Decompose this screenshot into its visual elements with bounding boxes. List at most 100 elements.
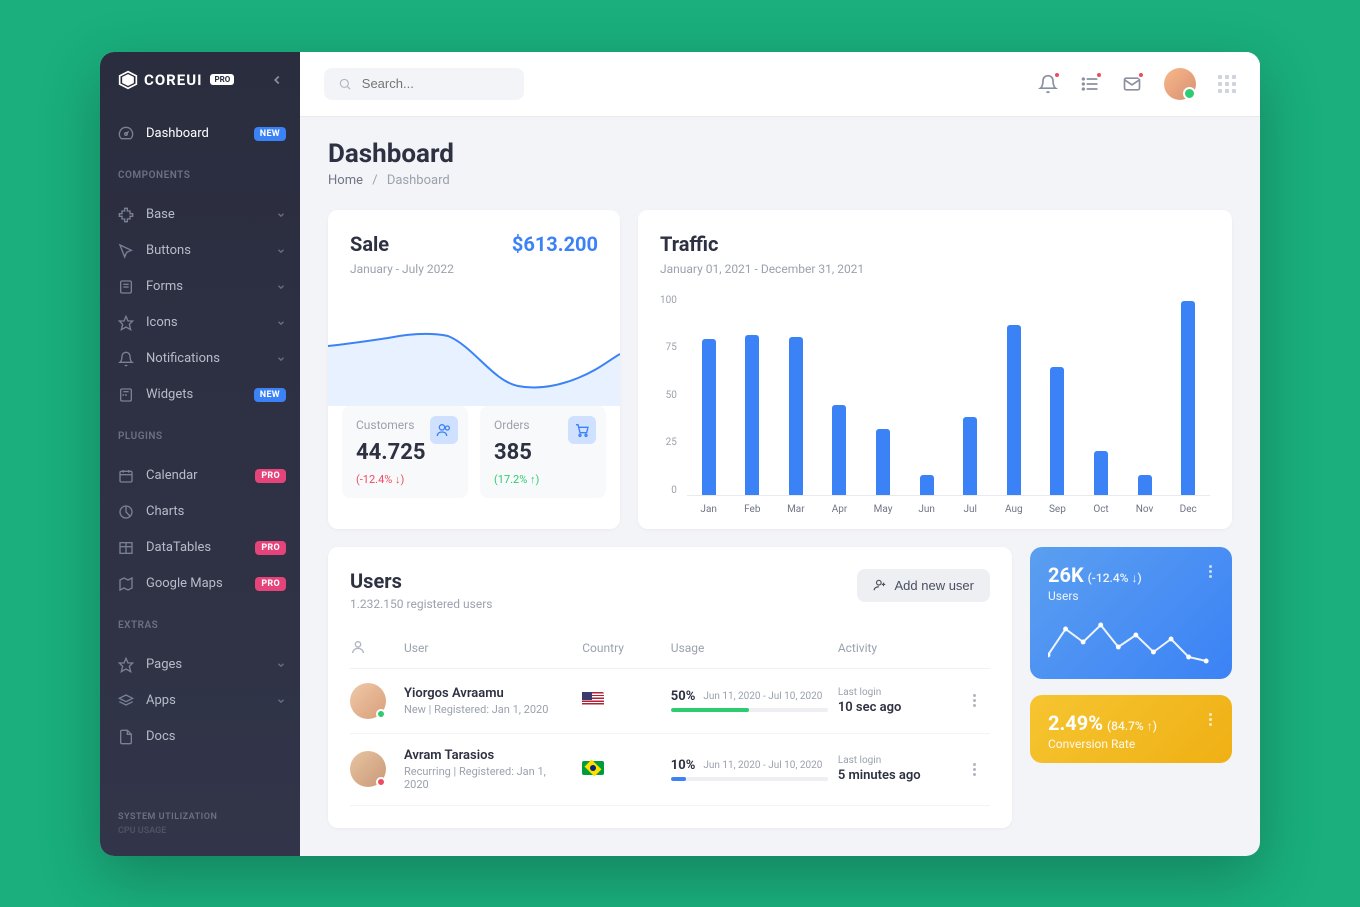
sidebar-item-label: Icons — [146, 315, 264, 330]
brand-name: COREUI — [144, 71, 202, 89]
badge-pro: PRO — [255, 541, 286, 555]
sidebar-item-forms[interactable]: Forms — [100, 269, 300, 305]
people-icon — [430, 416, 458, 444]
brand-tag: PRO — [210, 74, 234, 85]
notifications-icon[interactable] — [1038, 74, 1058, 94]
row-menu-icon[interactable] — [960, 694, 990, 707]
sidebar-item-base[interactable]: Base — [100, 197, 300, 233]
search-input[interactable] — [362, 76, 510, 91]
map-icon — [118, 576, 134, 592]
flag-icon — [582, 761, 604, 775]
add-user-button[interactable]: Add new user — [857, 569, 991, 602]
table-row[interactable]: Yiorgos Avraamu New | Registered: Jan 1,… — [350, 669, 990, 734]
add-user-icon — [873, 578, 887, 592]
sidebar-item-notifications[interactable]: Notifications — [100, 341, 300, 377]
bar — [789, 337, 803, 494]
x-axis-label: Feb — [730, 504, 774, 515]
search-box[interactable] — [324, 68, 524, 100]
activity-label: Last login — [838, 687, 950, 698]
x-axis-label: Oct — [1079, 504, 1123, 515]
conversion-stat-card: 2.49% (84.7% ↑) Conversion Rate — [1030, 695, 1232, 763]
badge-new: NEW — [254, 388, 286, 402]
traffic-bar-chart: 1007550250 JanFebMarAprMayJunJulAugSepOc… — [660, 296, 1210, 515]
sale-value: $613.200 — [512, 232, 598, 256]
sidebar-item-maps[interactable]: Google Maps PRO — [100, 566, 300, 602]
sidebar-item-label: Notifications — [146, 351, 264, 366]
x-axis-label: Jul — [948, 504, 992, 515]
stat-card-menu-icon[interactable] — [1207, 711, 1214, 728]
sidebar-item-label: Forms — [146, 279, 264, 294]
usage-bar — [671, 777, 828, 781]
bar — [702, 339, 716, 494]
bar — [920, 475, 934, 495]
breadcrumb-home[interactable]: Home — [328, 173, 363, 188]
table-icon — [118, 540, 134, 556]
x-axis-label: Nov — [1123, 504, 1167, 515]
x-axis-label: Apr — [818, 504, 862, 515]
chevron-down-icon — [276, 354, 286, 364]
activity-label: Last login — [838, 755, 950, 766]
file-icon — [118, 729, 134, 745]
row-menu-icon[interactable] — [960, 763, 990, 776]
sidebar-header: COREUI PRO — [100, 52, 300, 108]
section-label-plugins: PLUGINS — [100, 421, 300, 450]
users-sparkline — [1048, 617, 1214, 667]
x-axis-label: Jun — [905, 504, 949, 515]
table-row[interactable]: Avram Tarasios Recurring | Registered: J… — [350, 734, 990, 806]
sidebar-item-apps[interactable]: Apps — [100, 683, 300, 719]
user-icon — [350, 639, 366, 655]
orders-delta: (17.2% ↑) — [494, 473, 592, 486]
sidebar-item-label: Dashboard — [146, 126, 242, 141]
sidebar-item-label: Widgets — [146, 387, 242, 402]
sidebar-item-label: Docs — [146, 729, 286, 744]
section-label-extras: EXTRAS — [100, 610, 300, 639]
cpu-usage-label: CPU USAGE — [100, 826, 300, 836]
sidebar-item-datatables[interactable]: DataTables PRO — [100, 530, 300, 566]
brand[interactable]: COREUI PRO — [118, 70, 234, 90]
tachometer-icon — [118, 126, 134, 142]
usage-period: Jun 11, 2020 - Jul 10, 2020 — [703, 760, 822, 771]
bar — [832, 405, 846, 495]
sidebar-item-docs[interactable]: Docs — [100, 719, 300, 755]
x-axis-label: Sep — [1036, 504, 1080, 515]
customers-delta: (-12.4% ↓) — [356, 473, 454, 486]
sale-card: Sale $613.200 January - July 2022 — [328, 210, 620, 529]
usage-pct: 10% — [671, 758, 696, 773]
usage-bar — [671, 708, 828, 712]
sidebar-item-buttons[interactable]: Buttons — [100, 233, 300, 269]
stat-card-menu-icon[interactable] — [1207, 563, 1214, 580]
topbar — [300, 52, 1260, 117]
sidebar-item-charts[interactable]: Charts — [100, 494, 300, 530]
apps-grid-icon[interactable] — [1218, 75, 1236, 93]
list-icon[interactable] — [1080, 74, 1100, 94]
layers-icon — [118, 693, 134, 709]
sidebar-collapse-icon[interactable] — [270, 73, 284, 87]
users-stat-value: 26K — [1048, 563, 1084, 587]
traffic-card: Traffic January 01, 2021 - December 31, … — [638, 210, 1232, 529]
conv-stat-label: Conversion Rate — [1048, 737, 1157, 751]
users-stat-delta: (-12.4% ↓) — [1088, 571, 1142, 585]
chevron-down-icon — [276, 696, 286, 706]
search-icon — [338, 76, 352, 92]
main-content: Dashboard Home / Dashboard Sale $613.200… — [300, 52, 1260, 856]
add-user-label: Add new user — [895, 578, 975, 593]
badge-pro: PRO — [255, 577, 286, 591]
sidebar-item-dashboard[interactable]: Dashboard NEW — [100, 116, 300, 152]
sidebar-item-pages[interactable]: Pages — [100, 647, 300, 683]
chevron-down-icon — [276, 318, 286, 328]
row-avatar — [350, 683, 386, 719]
envelope-icon[interactable] — [1122, 74, 1142, 94]
users-stat-label: Users — [1048, 589, 1142, 603]
cart-icon — [568, 416, 596, 444]
user-avatar[interactable] — [1164, 68, 1196, 100]
sidebar-item-icons[interactable]: Icons — [100, 305, 300, 341]
sidebar-item-label: Pages — [146, 657, 264, 672]
bar — [1138, 475, 1152, 495]
star-icon — [118, 315, 134, 331]
sidebar-item-widgets[interactable]: Widgets NEW — [100, 377, 300, 413]
traffic-period: January 01, 2021 - December 31, 2021 — [660, 262, 1210, 276]
sidebar-item-calendar[interactable]: Calendar PRO — [100, 458, 300, 494]
flag-icon — [582, 692, 604, 706]
page-title: Dashboard — [328, 139, 1232, 169]
x-axis-label: Aug — [992, 504, 1036, 515]
